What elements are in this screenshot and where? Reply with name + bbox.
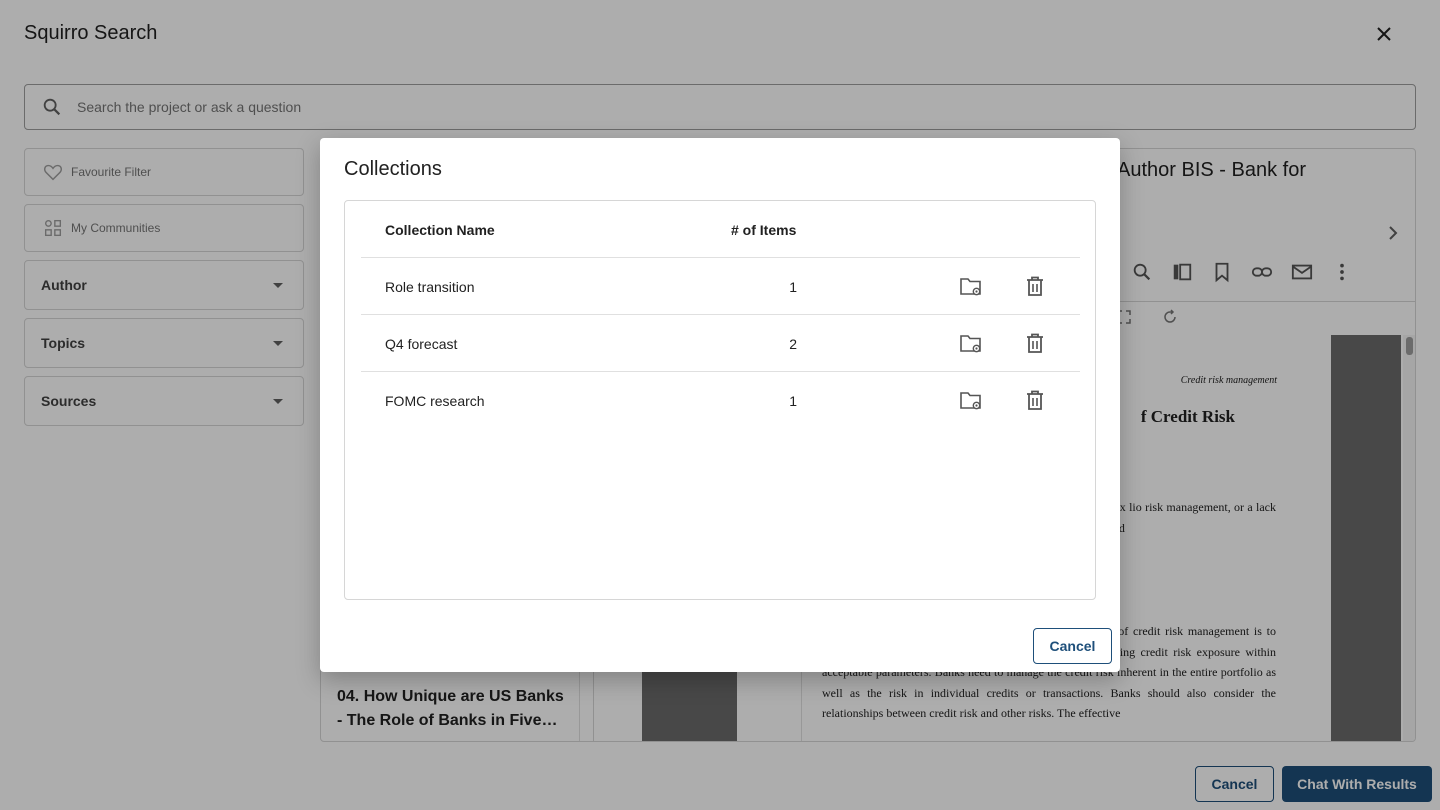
collection-count: 1 [789, 393, 797, 409]
table-row[interactable]: Q4 forecast 2 [361, 315, 1080, 372]
table-row[interactable]: Role transition 1 [361, 258, 1080, 315]
delete-icon [1027, 276, 1043, 296]
folder-settings-button[interactable] [958, 331, 984, 357]
folder-settings-button[interactable] [958, 274, 984, 300]
folder-settings-icon [960, 335, 981, 353]
table-row[interactable]: FOMC research 1 [361, 372, 1080, 429]
delete-icon [1027, 333, 1043, 353]
delete-button[interactable] [1023, 274, 1047, 298]
delete-button[interactable] [1023, 388, 1047, 412]
collections-table: Collection Name # of Items Role transiti… [344, 200, 1096, 600]
collections-dialog: Collections Collection Name # of Items R… [320, 138, 1120, 672]
folder-settings-icon [960, 278, 981, 296]
column-header-name: Collection Name [385, 222, 495, 238]
collection-count: 1 [789, 279, 797, 295]
dialog-title: Collections [344, 158, 442, 180]
table-header: Collection Name # of Items [361, 201, 1080, 258]
column-header-count: # of Items [731, 222, 797, 238]
collection-name: Role transition [385, 279, 475, 295]
delete-button[interactable] [1023, 331, 1047, 355]
dialog-cancel-button[interactable]: Cancel [1033, 628, 1112, 664]
delete-icon [1027, 390, 1043, 410]
folder-settings-button[interactable] [958, 388, 984, 414]
collection-name: FOMC research [385, 393, 485, 409]
folder-settings-icon [960, 392, 981, 410]
collection-count: 2 [789, 336, 797, 352]
collection-name: Q4 forecast [385, 336, 458, 352]
